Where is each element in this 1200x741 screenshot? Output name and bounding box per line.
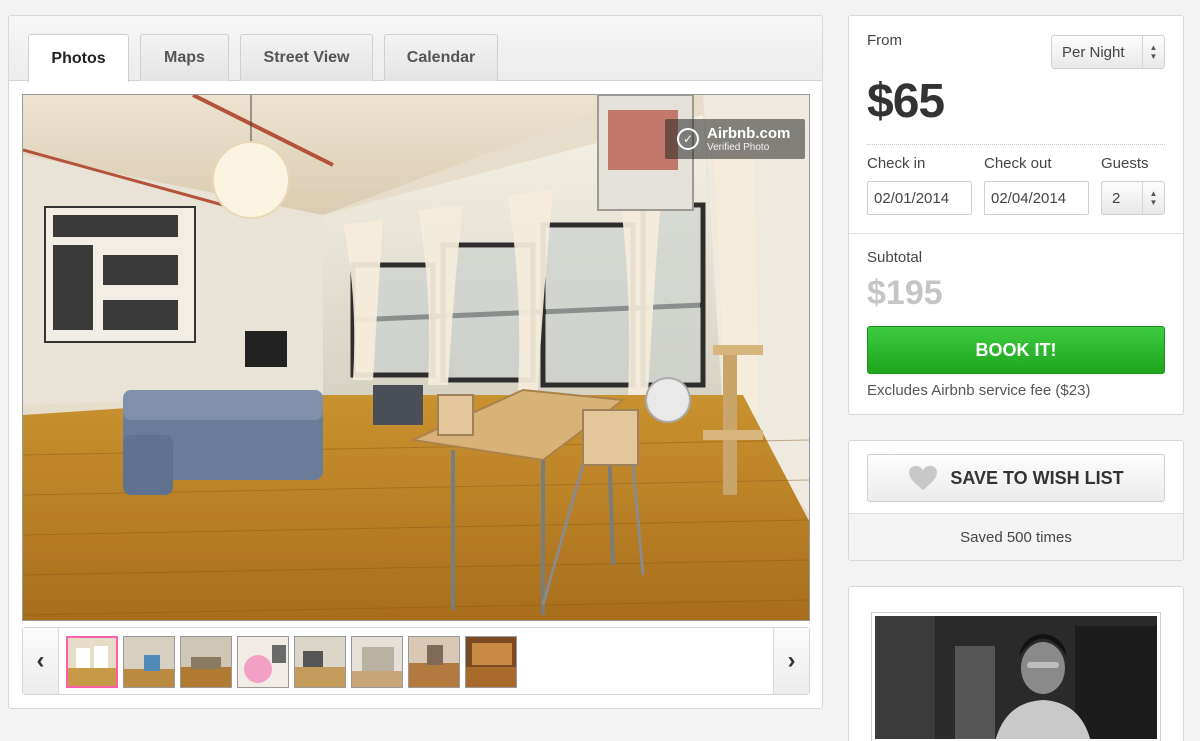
booking-panel: From Per Night ▲ ▼ $65 Check in Check out…	[848, 15, 1184, 415]
thumbnail-2[interactable]	[123, 636, 175, 688]
check-in-input[interactable]: 02/01/2014	[867, 181, 972, 215]
main-listing-photo[interactable]: ✓ Airbnb.com Verified Photo	[22, 94, 810, 621]
gallery-tab-bar: Photos Maps Street View Calendar	[9, 16, 822, 82]
save-to-wishlist-button[interactable]: SAVE TO WISH LIST	[867, 454, 1165, 502]
guests-label: Guests	[1101, 155, 1149, 172]
verified-photo-badge: ✓ Airbnb.com Verified Photo	[665, 119, 805, 159]
next-photo-button[interactable]: ›	[773, 628, 809, 694]
thumbnail-list	[66, 636, 517, 688]
thumbnail-4[interactable]	[237, 636, 289, 688]
select-arrows-icon: ▲ ▼	[1142, 182, 1164, 214]
loft-interior-image	[23, 95, 809, 620]
chevron-left-icon: ‹	[36, 647, 45, 674]
guests-select[interactable]: 2 ▲ ▼	[1101, 181, 1165, 215]
badge-title: Airbnb.com	[707, 125, 791, 142]
tab-photos[interactable]: Photos	[28, 34, 129, 82]
guests-value: 2	[1112, 189, 1121, 207]
thumbnail-7[interactable]	[408, 636, 460, 688]
check-out-label: Check out	[984, 155, 1052, 172]
check-out-input[interactable]: 02/04/2014	[984, 181, 1089, 215]
wishlist-button-label: SAVE TO WISH LIST	[950, 467, 1124, 488]
badge-subtitle: Verified Photo	[707, 142, 770, 153]
subtotal-divider	[849, 233, 1183, 234]
thumbnail-5[interactable]	[294, 636, 346, 688]
from-label: From	[867, 32, 902, 49]
rate-period-select[interactable]: Per Night ▲ ▼	[1051, 35, 1165, 69]
thumbnail-strip: ‹ ›	[22, 627, 810, 695]
book-it-button[interactable]: BOOK IT!	[867, 326, 1165, 374]
host-avatar-photo[interactable]	[872, 613, 1160, 741]
tab-calendar[interactable]: Calendar	[384, 34, 498, 81]
subtotal-label: Subtotal	[867, 249, 923, 266]
check-in-label: Check in	[867, 155, 926, 172]
checkmark-icon: ✓	[677, 128, 699, 150]
nightly-price: $65	[867, 75, 945, 128]
previous-photo-button[interactable]: ‹	[23, 628, 59, 694]
tab-street-view[interactable]: Street View	[240, 34, 373, 81]
thumbnail-6[interactable]	[351, 636, 403, 688]
chevron-right-icon: ›	[787, 647, 796, 674]
photo-gallery-panel: Photos Maps Street View Calendar ✓ Airbn…	[8, 15, 823, 709]
thumbnail-1[interactable]	[66, 636, 118, 688]
thumbnail-3[interactable]	[180, 636, 232, 688]
select-arrows-icon: ▲ ▼	[1142, 36, 1164, 68]
rate-period-value: Per Night	[1062, 43, 1125, 61]
thumbnail-8[interactable]	[465, 636, 517, 688]
tab-maps[interactable]: Maps	[140, 34, 229, 81]
wishlist-panel: SAVE TO WISH LIST Saved 500 times	[848, 440, 1184, 561]
host-panel	[848, 586, 1184, 741]
heart-icon	[909, 465, 938, 491]
subtotal-value: $195	[867, 274, 943, 312]
saved-count: Saved 500 times	[849, 513, 1183, 560]
service-fee-note: Excludes Airbnb service fee ($23)	[867, 382, 1091, 399]
host-portrait-image	[875, 616, 1157, 739]
price-divider	[867, 144, 1165, 145]
